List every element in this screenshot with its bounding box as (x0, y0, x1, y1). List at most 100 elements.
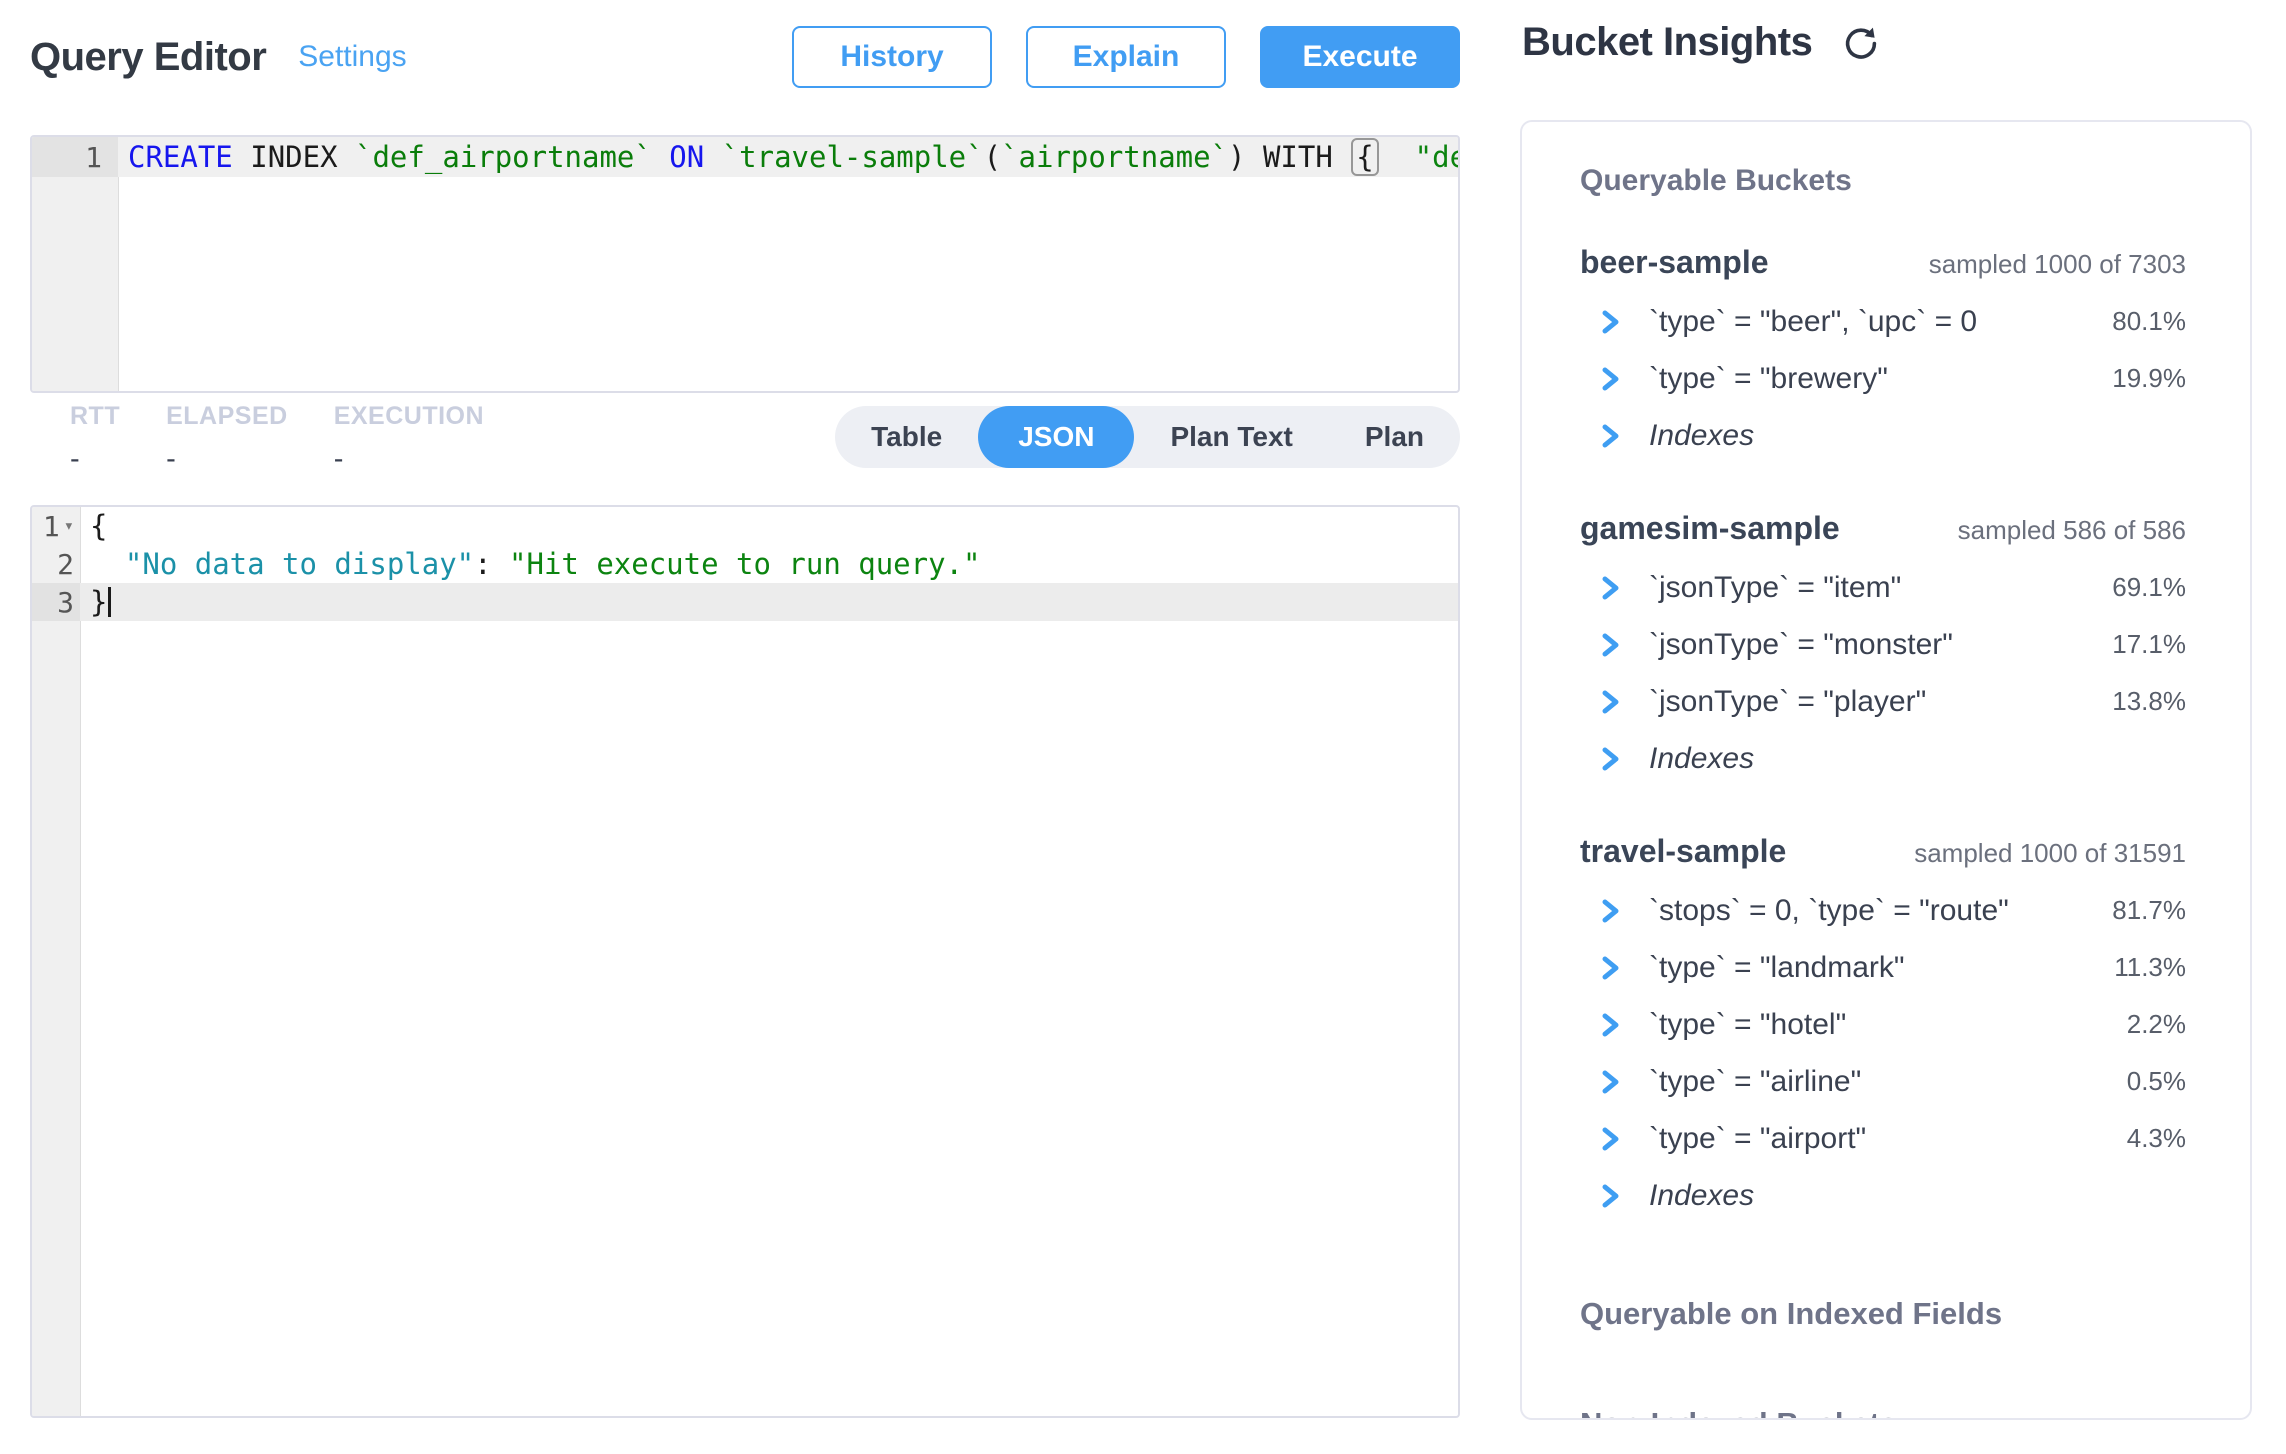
bucket-flavor-row[interactable]: `jsonType` = "player"13.8% (1580, 673, 2186, 730)
code-content[interactable]: } (80, 583, 1458, 621)
bucket-name: gamesim-sample (1580, 510, 1840, 547)
line-number-text: 3 (57, 586, 74, 619)
bucket-flavor-row[interactable]: `stops` = 0, `type` = "route"81.7% (1580, 882, 2186, 939)
code-content[interactable]: "No data to display": "Hit execute to ru… (80, 545, 1458, 583)
bucket-flavor-row[interactable]: `type` = "beer", `upc` = 080.1% (1580, 293, 2186, 350)
bucket-flavor-row[interactable]: `type` = "hotel"2.2% (1580, 996, 2186, 1053)
code-line[interactable]: 1 CREATE INDEX `def_airportname` ON `trav… (32, 137, 1458, 177)
bucket-rows: `stops` = 0, `type` = "route"81.7%`type`… (1580, 882, 2186, 1224)
code-line[interactable]: 1▾ { (32, 507, 1458, 545)
bucket-indexes-row[interactable]: Indexes (1580, 407, 2186, 464)
flavor-condition: `type` = "airport" (1649, 1122, 2076, 1156)
flavor-percent: 81.7% (2076, 895, 2186, 926)
results-editor[interactable]: 1▾ {2 "No data to display": "Hit execute … (30, 505, 1460, 1418)
code-token (704, 140, 721, 174)
chevron-right-icon[interactable] (1597, 898, 1623, 924)
code-token: INDEX (250, 140, 337, 174)
history-button[interactable]: History (792, 26, 992, 88)
tab-json[interactable]: JSON (978, 406, 1134, 468)
bucket-flavor-row[interactable]: `type` = "airport"4.3% (1580, 1110, 2186, 1167)
code-content[interactable]: CREATE INDEX `def_airportname` ON `trave… (118, 137, 1458, 177)
query-action-buttons: History Explain Execute (792, 26, 1460, 88)
stat-value: - (166, 443, 288, 476)
flavor-percent: 80.1% (2076, 306, 2186, 337)
bucket-indexes-row[interactable]: Indexes (1580, 1167, 2186, 1224)
line-number-text: 2 (57, 548, 74, 581)
tab-table[interactable]: Table (835, 406, 978, 468)
page-title: Query Editor (30, 35, 266, 80)
refresh-icon[interactable] (1840, 22, 1882, 64)
chevron-right-icon[interactable] (1597, 955, 1623, 981)
bucket-flavor-row[interactable]: `type` = "airline"0.5% (1580, 1053, 2186, 1110)
code-token (90, 547, 125, 581)
flavor-condition: `stops` = 0, `type` = "route" (1649, 894, 2076, 928)
bucket-flavor-row[interactable]: `jsonType` = "item"69.1% (1580, 559, 2186, 616)
flavor-condition: `jsonType` = "item" (1649, 571, 2076, 605)
indexes-label: Indexes (1649, 419, 2076, 453)
query-editor-header: Query Editor Settings History Explain Exec… (30, 22, 1460, 92)
settings-link[interactable]: Settings (298, 40, 406, 74)
code-token: `travel-sample` (722, 140, 984, 174)
flavor-percent: 13.8% (2076, 686, 2186, 717)
execute-button[interactable]: Execute (1260, 26, 1460, 88)
chevron-right-icon[interactable] (1597, 746, 1623, 772)
flavor-condition: `type` = "hotel" (1649, 1008, 2076, 1042)
section-queryable-buckets: Queryable Buckets (1580, 164, 2186, 198)
indexes-label: Indexes (1649, 742, 2076, 776)
bucket-insights-title: Bucket Insights (1522, 20, 1812, 65)
flavor-percent: 19.9% (2076, 363, 2186, 394)
bucket-name: travel-sample (1580, 833, 1786, 870)
code-token: { (1351, 138, 1378, 176)
chevron-right-icon[interactable] (1597, 575, 1623, 601)
line-number-text: 1 (85, 141, 102, 174)
code-token: "No data to display" (125, 547, 474, 581)
chevron-right-icon[interactable] (1597, 1012, 1623, 1038)
bucket-sampled-count: sampled 586 of 586 (1958, 515, 2186, 546)
code-token: ON (669, 140, 704, 174)
stat-elapsed: ELAPSED- (166, 402, 288, 476)
fold-caret-icon[interactable]: ▾ (64, 518, 74, 535)
bucket-flavor-row[interactable]: `jsonType` = "monster"17.1% (1580, 616, 2186, 673)
code-token: `def_airportname` (355, 140, 652, 174)
explain-button[interactable]: Explain (1026, 26, 1226, 88)
chevron-right-icon[interactable] (1597, 632, 1623, 658)
code-token: { (90, 509, 107, 543)
code-content[interactable]: { (80, 507, 1458, 545)
bucket-flavor-row[interactable]: `type` = "landmark"11.3% (1580, 939, 2186, 996)
bucket-flavor-row[interactable]: `type` = "brewery"19.9% (1580, 350, 2186, 407)
line-number: 1▾ (32, 507, 80, 545)
chevron-right-icon[interactable] (1597, 689, 1623, 715)
code-token: `airportname` (1001, 140, 1228, 174)
bucket-indexes-row[interactable]: Indexes (1580, 730, 2186, 787)
section-non-indexed-buckets: Non-Indexed Buckets (1580, 1406, 2186, 1420)
code-token: ) (1228, 140, 1245, 174)
flavor-condition: `type` = "beer", `upc` = 0 (1649, 305, 2076, 339)
bucket-insights-header: Bucket Insights (1522, 20, 1882, 65)
code-line[interactable]: 2 "No data to display": "Hit execute to … (32, 545, 1458, 583)
stat-value: - (334, 443, 484, 476)
bucket-rows: `jsonType` = "item"69.1%`jsonType` = "mo… (1580, 559, 2186, 787)
chevron-right-icon[interactable] (1597, 1069, 1623, 1095)
tab-plan[interactable]: Plan (1329, 406, 1460, 468)
code-token: WITH (1246, 140, 1351, 174)
query-editor[interactable]: 1 CREATE INDEX `def_airportname` ON `trav… (30, 135, 1460, 393)
flavor-percent: 4.3% (2076, 1123, 2186, 1154)
stat-execution: EXECUTION- (334, 402, 484, 476)
chevron-right-icon[interactable] (1597, 1183, 1623, 1209)
flavor-percent: 17.1% (2076, 629, 2186, 660)
code-token (652, 140, 669, 174)
flavor-condition: `jsonType` = "player" (1649, 685, 2076, 719)
line-number-text: 1 (43, 510, 60, 543)
chevron-right-icon[interactable] (1597, 366, 1623, 392)
flavor-percent: 2.2% (2076, 1009, 2186, 1040)
stat-label: RTT (70, 402, 120, 431)
chevron-right-icon[interactable] (1597, 423, 1623, 449)
chevron-right-icon[interactable] (1597, 309, 1623, 335)
code-line[interactable]: 3} (32, 583, 1458, 621)
line-number: 2 (32, 545, 80, 583)
code-token (233, 140, 250, 174)
section-queryable-indexed-fields: Queryable on Indexed Fields (1580, 1296, 2186, 1332)
chevron-right-icon[interactable] (1597, 1126, 1623, 1152)
flavor-percent: 11.3% (2076, 952, 2186, 983)
tab-plan-text[interactable]: Plan Text (1134, 406, 1328, 468)
